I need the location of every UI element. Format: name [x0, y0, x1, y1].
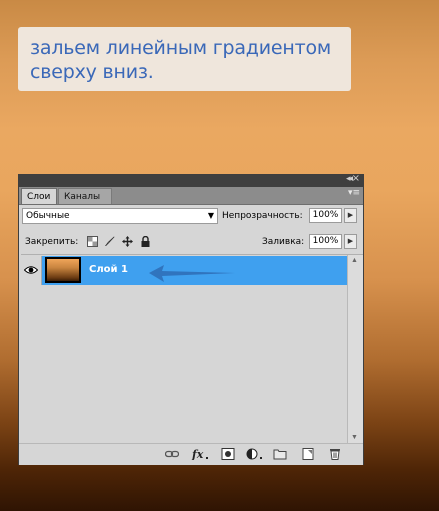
panel-titlebar: ◂◂ × — [19, 173, 363, 187]
layers-list: Слой 1 ▲ ▼ — [21, 254, 363, 444]
layer-row[interactable]: Слой 1 — [21, 256, 348, 285]
layers-scrollbar[interactable]: ▲ ▼ — [347, 255, 363, 444]
opacity-slider-button[interactable]: ▶ — [344, 208, 357, 223]
lock-position-icon[interactable] — [122, 236, 133, 247]
lock-transparent-pixels-icon[interactable] — [87, 236, 98, 247]
chevron-down-icon: ▼ — [207, 211, 214, 220]
collapse-icon[interactable]: ◂◂ — [346, 174, 353, 184]
lock-image-pixels-icon[interactable] — [104, 236, 115, 247]
new-group-icon[interactable] — [273, 448, 287, 460]
fill-label: Заливка: — [262, 237, 305, 247]
close-icon[interactable]: × — [352, 173, 360, 184]
layers-panel: ◂◂ × Слои Каналы ▾≡ Обычные ▼ Непрозрачн… — [18, 173, 364, 465]
opacity-label: Непрозрачность: — [222, 211, 303, 221]
new-layer-icon[interactable] — [301, 448, 315, 460]
caption-line-1: зальем линейным градиентом — [30, 37, 332, 59]
tutorial-caption: зальем линейным градиентом сверху вниз. — [18, 27, 351, 91]
lock-label: Закрепить: — [25, 237, 79, 247]
eye-icon — [24, 266, 38, 274]
lock-all-icon[interactable] — [140, 236, 151, 247]
scroll-up-icon[interactable]: ▲ — [351, 257, 358, 264]
opacity-field[interactable]: 100% — [309, 208, 342, 223]
panel-tabs: Слои Каналы ▾≡ — [19, 187, 363, 205]
adjustment-layer-icon[interactable] — [246, 448, 264, 460]
link-layers-icon[interactable] — [165, 448, 179, 460]
svg-text:fx: fx — [191, 448, 204, 460]
add-mask-icon[interactable] — [221, 448, 235, 460]
fill-field[interactable]: 100% — [309, 234, 342, 249]
fill-slider-button[interactable]: ▶ — [344, 234, 357, 249]
tab-layers[interactable]: Слои — [21, 188, 57, 204]
panel-menu-icon[interactable]: ▾≡ — [348, 188, 360, 198]
fx-icon[interactable]: fx — [191, 448, 209, 460]
pointer-arrow-icon — [149, 265, 235, 282]
trash-icon[interactable] — [328, 448, 342, 460]
tab-channels[interactable]: Каналы — [58, 188, 112, 204]
scroll-down-icon[interactable]: ▼ — [351, 434, 358, 441]
layer-name: Слой 1 — [89, 264, 128, 275]
blend-mode-value: Обычные — [26, 211, 70, 221]
layer-thumbnail — [45, 257, 81, 283]
panel-footer: fx — [19, 443, 363, 465]
caption-line-2: сверху вниз. — [30, 61, 154, 83]
visibility-toggle[interactable] — [21, 256, 42, 285]
blend-mode-select[interactable]: Обычные ▼ — [22, 208, 218, 224]
